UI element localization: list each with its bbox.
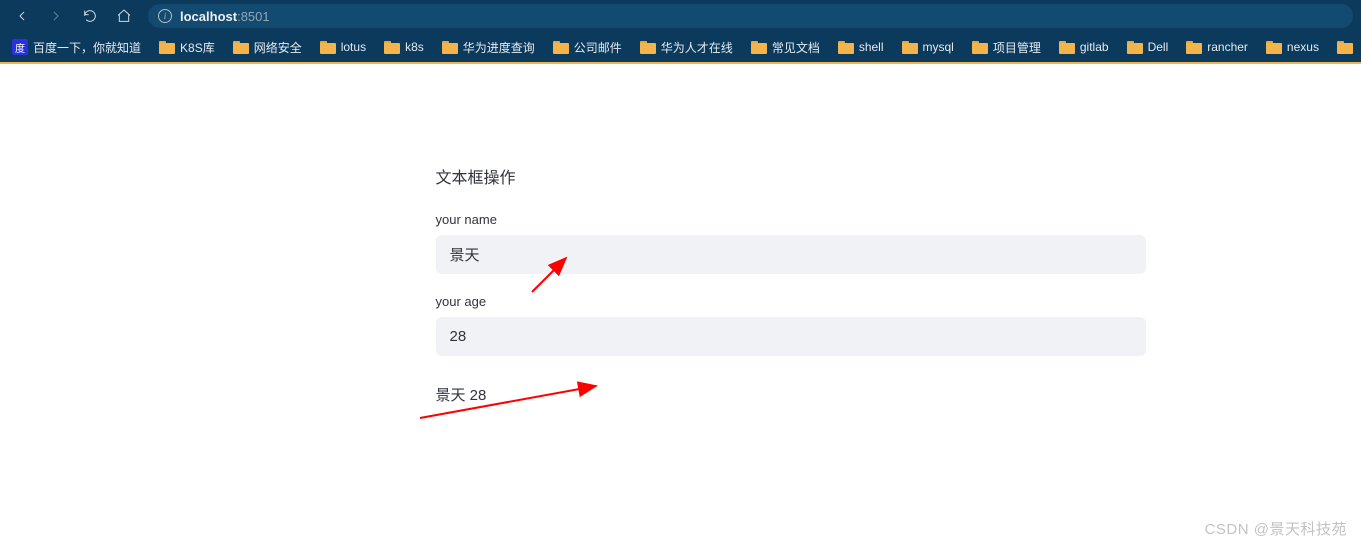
bookmark-item[interactable]: K8S库 — [151, 36, 223, 59]
bookmark-item[interactable]: lotus — [312, 37, 374, 57]
bookmark-label: 华为人才在线 — [661, 39, 733, 56]
folder-icon — [972, 41, 988, 54]
bookmark-item[interactable]: 公司邮件 — [545, 36, 630, 59]
bookmark-label: k8s — [405, 40, 424, 54]
name-label: your name — [436, 212, 1146, 227]
watermark: CSDN @景天科技苑 — [1205, 518, 1347, 539]
folder-icon — [384, 41, 400, 54]
bookmark-label: gitlab — [1080, 40, 1109, 54]
page-content: 文本框操作 your name your age 景天 28 — [0, 64, 1361, 405]
bookmark-label: 百度一下，你就知道 — [33, 39, 141, 56]
bookmark-item[interactable]: gitlab — [1051, 37, 1117, 57]
bookmark-label: shell — [859, 40, 884, 54]
bookmark-label: 网络安全 — [254, 39, 302, 56]
url-text: localhost:8501 — [180, 9, 270, 24]
output-text: 景天 28 — [436, 384, 1146, 405]
bookmark-label: 公司邮件 — [574, 39, 622, 56]
browser-nav-bar: i localhost:8501 — [0, 0, 1361, 32]
folder-icon — [1059, 41, 1075, 54]
bookmark-label: mysql — [923, 40, 954, 54]
bookmark-label: nexus — [1287, 40, 1319, 54]
bookmark-label: Dell — [1148, 40, 1169, 54]
folder-icon — [902, 41, 918, 54]
address-bar[interactable]: i localhost:8501 — [148, 4, 1353, 28]
folder-icon — [1337, 41, 1353, 54]
refresh-button[interactable] — [76, 2, 104, 30]
bookmark-label: 常见文档 — [772, 39, 820, 56]
back-button[interactable] — [8, 2, 36, 30]
bookmark-item[interactable]: shell — [830, 37, 892, 57]
bookmark-item[interactable]: Dell — [1119, 37, 1177, 57]
bookmark-item[interactable]: 网络安全 — [225, 36, 310, 59]
bookmark-item[interactable]: 常见文档 — [743, 36, 828, 59]
folder-icon — [1266, 41, 1282, 54]
bookmark-item[interactable]: rancher — [1178, 37, 1256, 57]
forward-button[interactable] — [42, 2, 70, 30]
bookmark-label: 项目管理 — [993, 39, 1041, 56]
folder-icon — [159, 41, 175, 54]
bookmark-label: 华为进度查询 — [463, 39, 535, 56]
folder-icon — [1186, 41, 1202, 54]
folder-icon — [320, 41, 336, 54]
folder-icon — [1127, 41, 1143, 54]
folder-icon — [751, 41, 767, 54]
age-input[interactable] — [436, 317, 1146, 356]
bookmark-label: rancher — [1207, 40, 1248, 54]
form-title: 文本框操作 — [436, 164, 1146, 188]
age-label: your age — [436, 294, 1146, 309]
bookmark-item[interactable]: 华为进度查询 — [434, 36, 543, 59]
site-info-icon[interactable]: i — [158, 9, 172, 23]
bookmark-item[interactable]: k8s — [376, 37, 432, 57]
bookmark-item[interactable]: 项目管理 — [964, 36, 1049, 59]
bookmark-label: lotus — [341, 40, 366, 54]
bookmark-item[interactable]: 度百度一下，你就知道 — [4, 36, 149, 59]
folder-icon — [442, 41, 458, 54]
bookmark-item[interactable]: nexus — [1258, 37, 1327, 57]
home-button[interactable] — [110, 2, 138, 30]
bookmark-item[interactable]: mysql — [894, 37, 962, 57]
name-input[interactable] — [436, 235, 1146, 274]
bookmark-item[interactable] — [1329, 38, 1361, 57]
bookmark-item[interactable]: 华为人才在线 — [632, 36, 741, 59]
bookmark-label: K8S库 — [180, 39, 215, 56]
bookmarks-bar: 度百度一下，你就知道 K8S库 网络安全 lotus k8s 华为进度查询 公司邮件 华为人才… — [0, 32, 1361, 64]
folder-icon — [640, 41, 656, 54]
baidu-icon: 度 — [12, 39, 28, 55]
folder-icon — [553, 41, 569, 54]
folder-icon — [838, 41, 854, 54]
folder-icon — [233, 41, 249, 54]
